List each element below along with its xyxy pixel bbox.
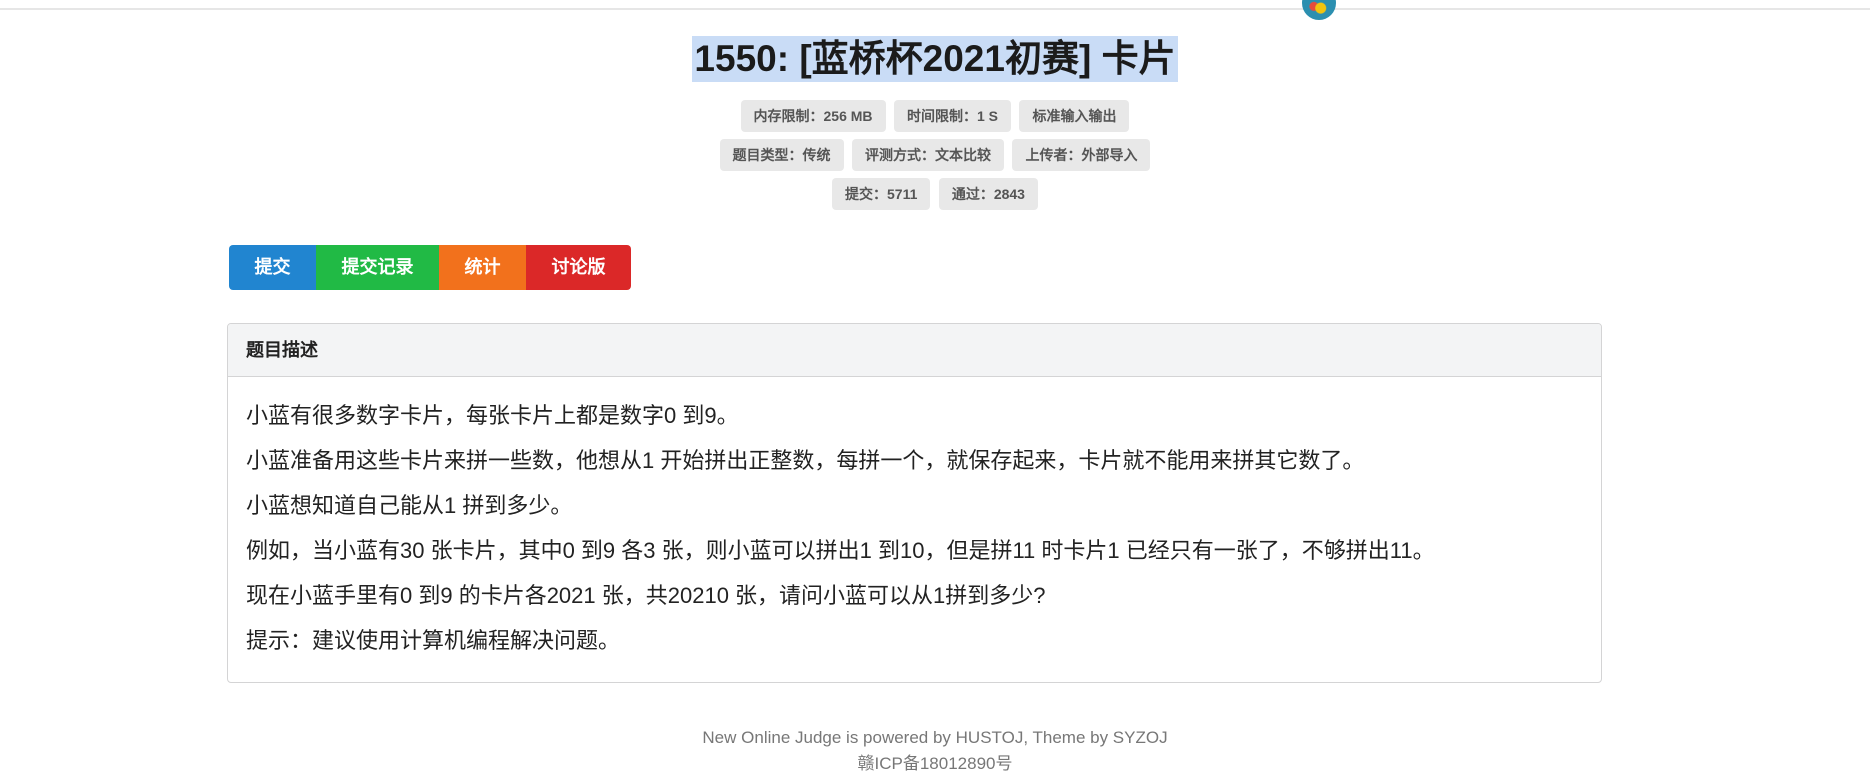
accepted-label: 通过：2843 — [938, 178, 1038, 210]
problem-type-label: 题目类型：传统 — [719, 139, 844, 171]
judge-mode-label: 评测方式：文本比较 — [852, 139, 1004, 171]
user-avatar-icon[interactable] — [1302, 0, 1336, 20]
page-footer: New Online Judge is powered by HUSTOJ, T… — [0, 725, 1870, 777]
description-paragraph: 例如，当小蓝有30 张卡片，其中0 到9 各3 张，则小蓝可以拼出1 到10，但… — [246, 538, 1435, 563]
action-button-group: 提交 提交记录 统计 讨论版 — [229, 245, 631, 290]
io-mode-label: 标准输入输出 — [1019, 100, 1130, 132]
statistics-button[interactable]: 统计 — [439, 245, 526, 290]
footer-powered-by: New Online Judge is powered by HUSTOJ, T… — [702, 728, 1168, 747]
description-paragraph: 提示：建议使用计算机编程解决问题。 — [246, 628, 621, 653]
description-panel: 题目描述 小蓝有很多数字卡片，每张卡片上都是数字0 到9。 小蓝准备用这些卡片来… — [227, 323, 1602, 683]
uploader-label: 上传者：外部导入 — [1012, 139, 1151, 171]
stats-row: 提交：5711 通过：2843 — [0, 178, 1870, 210]
time-limit-label: 时间限制：1 S — [894, 100, 1012, 132]
description-paragraph: 小蓝准备用这些卡片来拼一些数，他想从1 开始拼出正整数，每拼一个，就保存起来，卡… — [246, 448, 1365, 473]
top-navbar — [0, 0, 1870, 10]
footer-icp-number[interactable]: 赣ICP备18012890号 — [0, 751, 1870, 777]
description-paragraph: 现在小蓝手里有0 到9 的卡片各2021 张，共20210 张，请问小蓝可以从1… — [246, 583, 1046, 608]
submit-button[interactable]: 提交 — [229, 245, 316, 290]
meta-row: 题目类型：传统 评测方式：文本比较 上传者：外部导入 — [0, 139, 1870, 171]
limits-row: 内存限制：256 MB 时间限制：1 S 标准输入输出 — [0, 100, 1870, 132]
discussion-button[interactable]: 讨论版 — [526, 245, 631, 290]
description-paragraph: 小蓝想知道自己能从1 拼到多少。 — [246, 493, 573, 518]
description-header: 题目描述 — [228, 324, 1601, 377]
memory-limit-label: 内存限制：256 MB — [740, 100, 886, 132]
description-paragraph: 小蓝有很多数字卡片，每张卡片上都是数字0 到9。 — [246, 403, 739, 428]
submissions-label: 提交：5711 — [832, 178, 931, 210]
title-container: 1550: [蓝桥杯2021初赛] 卡片 — [0, 36, 1870, 82]
description-body: 小蓝有很多数字卡片，每张卡片上都是数字0 到9。 小蓝准备用这些卡片来拼一些数，… — [228, 377, 1601, 663]
page-title: 1550: [蓝桥杯2021初赛] 卡片 — [692, 36, 1178, 82]
submission-records-button[interactable]: 提交记录 — [316, 245, 439, 290]
